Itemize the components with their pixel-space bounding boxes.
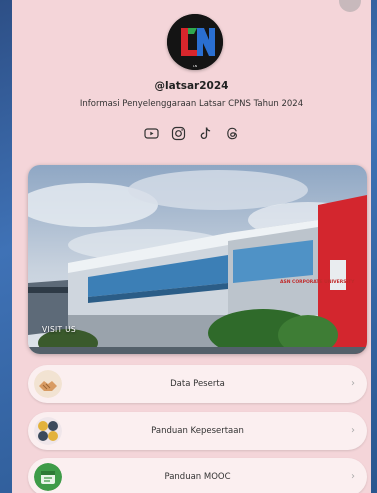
share-button[interactable] [339, 0, 361, 12]
chevron-right-icon: › [351, 471, 355, 482]
tiktok-icon [200, 127, 210, 139]
building-sign: ASN CORPORATE UNIVERSITY [280, 279, 355, 285]
tiktok-link[interactable] [197, 125, 214, 142]
youtube-icon [143, 128, 159, 139]
link-label: Panduan Kepesertaan [151, 426, 244, 436]
social-links [12, 125, 371, 145]
chevron-right-icon: › [351, 378, 355, 389]
chevron-right-icon: › [351, 425, 355, 436]
visit-us-label: VISIT US [42, 325, 76, 334]
instagram-icon [171, 126, 185, 141]
building-photo: ASN CORPORATE UNIVERSITY [28, 165, 367, 354]
threads-icon [226, 127, 237, 140]
link-panduan-kepesertaan[interactable]: Panduan Kepesertaan › [28, 412, 367, 450]
instagram-link[interactable] [170, 125, 187, 142]
link-label: Panduan MOOC [164, 472, 231, 482]
link-data-peserta[interactable]: Data Peserta › [28, 365, 367, 403]
link-label: Data Peserta [170, 379, 225, 389]
ln-logo: LN [167, 14, 223, 70]
profile-avatar: LN [167, 14, 223, 70]
hero-image-card[interactable]: ASN CORPORATE UNIVERSITY VISIT US [28, 165, 367, 354]
profile-page: LN @latsar2024 Informasi Penyelenggaraan… [12, 0, 371, 493]
youtube-link[interactable] [143, 125, 160, 142]
link-panduan-mooc[interactable]: Panduan MOOC › [28, 458, 367, 493]
profile-subtitle: Informasi Penyelenggaraan Latsar CPNS Ta… [79, 99, 304, 109]
logo-text: LN [193, 64, 197, 68]
profile-handle: @latsar2024 [154, 80, 229, 92]
threads-link[interactable] [224, 125, 241, 142]
